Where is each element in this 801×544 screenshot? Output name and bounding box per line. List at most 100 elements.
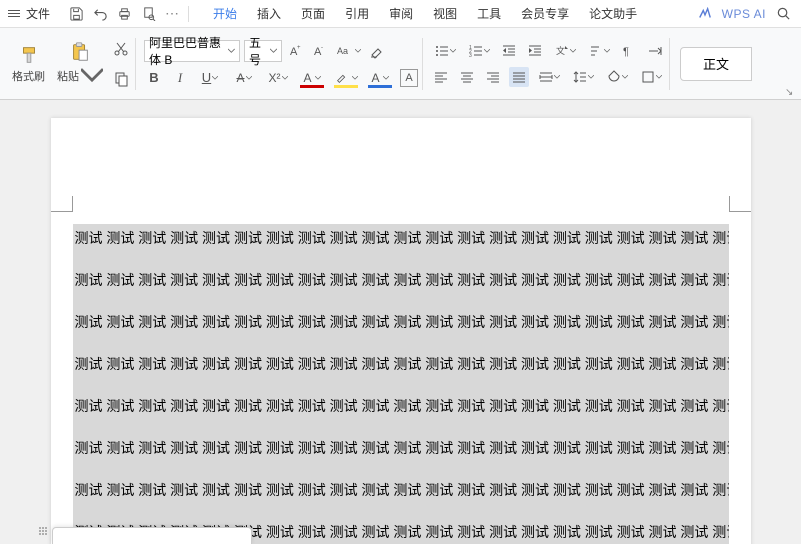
svg-text:Aa: Aa: [337, 46, 348, 56]
search-icon[interactable]: [776, 6, 791, 21]
wps-ai-logo-icon: [698, 7, 712, 21]
style-label: 正文: [703, 54, 729, 73]
separator: [188, 6, 189, 22]
bold-icon[interactable]: B: [144, 68, 164, 88]
font-row-1: 阿里巴巴普惠体 B 五号 A+ A- Aa: [144, 40, 418, 62]
text-effects-icon[interactable]: A: [366, 68, 394, 88]
separator: [422, 38, 423, 90]
superscript-icon[interactable]: X²: [264, 68, 292, 88]
align-justify-icon[interactable]: [509, 67, 529, 87]
decrease-indent-icon[interactable]: [499, 41, 519, 61]
bullets-icon[interactable]: [431, 41, 459, 61]
grow-font-icon[interactable]: A+: [286, 41, 306, 61]
chevron-down-icon: [81, 65, 103, 87]
phonetic-guide-icon[interactable]: A: [400, 69, 418, 87]
floating-toolbar[interactable]: [52, 527, 252, 544]
document-line[interactable]: 测试 测试 测试 测试 测试 测试 测试 测试 测试 测试 测试 测试 测试 测…: [73, 270, 729, 290]
menu-bar: 文件 ⋯ 开始 插入 页面 引用 审阅 视图 工具 会员专享: [0, 0, 801, 28]
change-case-icon[interactable]: Aa: [334, 41, 362, 61]
document-line[interactable]: 测试 测试 测试 测试 测试 测试 测试 测试 测试 测试 测试 测试 测试 测…: [73, 228, 729, 248]
cut-icon[interactable]: [111, 39, 131, 59]
copy-icon[interactable]: [111, 69, 131, 89]
show-marks-icon[interactable]: ¶: [619, 41, 639, 61]
svg-text:-: -: [321, 45, 323, 51]
font-family-select[interactable]: 阿里巴巴普惠体 B: [144, 40, 240, 62]
tab-member[interactable]: 会员专享: [511, 0, 579, 28]
ribbon-tabs: 开始 插入 页面 引用 审阅 视图 工具 会员专享 论文助手: [203, 0, 647, 28]
svg-text:文: 文: [556, 45, 565, 56]
align-left-icon[interactable]: [431, 67, 451, 87]
font-family-value: 阿里巴巴普惠体 B: [149, 34, 228, 68]
svg-text:3: 3: [469, 53, 472, 58]
underline-icon[interactable]: U: [196, 68, 224, 88]
document-line[interactable]: 测试 测试 测试 测试 测试 测试 测试 测试 测试 测试 测试 测试 测试 测…: [73, 480, 729, 500]
shrink-font-icon[interactable]: A-: [310, 41, 330, 61]
save-icon[interactable]: [64, 2, 88, 26]
separator: [135, 38, 136, 90]
text-direction-icon[interactable]: 文: [551, 41, 579, 61]
increase-indent-icon[interactable]: [525, 41, 545, 61]
tab-start[interactable]: 开始: [203, 0, 247, 28]
highlight-icon[interactable]: [332, 68, 360, 88]
format-painter-button[interactable]: 格式刷: [6, 40, 51, 88]
menubar-left: 文件 ⋯ 开始 插入 页面 引用 审阅 视图 工具 会员专享: [4, 0, 647, 28]
tab-view[interactable]: 视图: [423, 0, 467, 28]
document-line[interactable]: 测试 测试 测试 测试 测试 测试 测试 测试 测试 测试 测试 测试 测试 测…: [73, 396, 729, 416]
chevron-down-icon: [270, 47, 277, 55]
chevron-down-icon: [228, 47, 235, 55]
paste-button[interactable]: 粘贴: [51, 37, 109, 91]
align-center-icon[interactable]: [457, 67, 477, 87]
print-preview-icon[interactable]: [136, 2, 160, 26]
distribute-icon[interactable]: [535, 67, 563, 87]
tab-stops-icon[interactable]: [645, 41, 665, 61]
app-menu-button[interactable]: [4, 4, 18, 23]
drag-handle-icon[interactable]: [36, 524, 50, 538]
tab-thesis[interactable]: 论文助手: [579, 0, 647, 28]
tab-tools[interactable]: 工具: [467, 0, 511, 28]
paste-label: 粘贴: [57, 68, 79, 84]
document-line[interactable]: 测试 测试 测试 测试 测试 测试 测试 测试 测试 测试 测试 测试 测试 测…: [73, 312, 729, 332]
tab-review[interactable]: 审阅: [379, 0, 423, 28]
separator: [669, 38, 670, 90]
tab-reference[interactable]: 引用: [335, 0, 379, 28]
sort-icon[interactable]: [585, 41, 613, 61]
ribbon-toolbar: 格式刷 粘贴 阿里巴巴普惠体 B 五号 A+ A-: [0, 28, 801, 100]
ribbon-dialog-launcher-icon[interactable]: ↘: [785, 87, 795, 97]
italic-icon[interactable]: I: [170, 68, 190, 88]
svg-text:+: +: [297, 45, 301, 51]
font-row-2: B I U A X² A A A: [144, 68, 418, 88]
font-group: 阿里巴巴普惠体 B 五号 A+ A- Aa B I U A X² A A A: [144, 40, 418, 88]
margin-marker-left: [51, 196, 73, 212]
quick-access-toolbar: ⋯: [64, 2, 184, 26]
format-painter-label: 格式刷: [12, 68, 45, 84]
document-line[interactable]: 测试 测试 测试 测试 测试 测试 测试 测试 测试 测试 测试 测试 测试 测…: [73, 354, 729, 374]
font-size-select[interactable]: 五号: [244, 40, 282, 62]
margin-marker-right: [729, 196, 751, 212]
wps-ai-label[interactable]: WPS AI: [722, 7, 766, 21]
font-color-icon[interactable]: A: [298, 68, 326, 88]
para-row-1: 123 文 ¶: [431, 41, 665, 61]
align-right-icon[interactable]: [483, 67, 503, 87]
line-spacing-icon[interactable]: [569, 67, 597, 87]
border-icon[interactable]: [637, 67, 665, 87]
clear-format-icon[interactable]: [366, 41, 386, 61]
document-workspace: 测试 测试 测试 测试 测试 测试 测试 测试 测试 测试 测试 测试 测试 测…: [0, 100, 801, 544]
more-qat-icon[interactable]: ⋯: [160, 2, 184, 26]
para-row-2: [431, 67, 665, 87]
shading-icon[interactable]: [603, 67, 631, 87]
font-size-value: 五号: [249, 34, 270, 68]
tab-insert[interactable]: 插入: [247, 0, 291, 28]
document-line[interactable]: 测试 测试 测试 测试 测试 测试 测试 测试 测试 测试 测试 测试 测试 测…: [73, 438, 729, 458]
print-icon[interactable]: [112, 2, 136, 26]
page-body-selected[interactable]: 测试 测试 测试 测试 测试 测试 测试 测试 测试 测试 测试 测试 测试 测…: [73, 224, 729, 544]
svg-text:¶: ¶: [623, 46, 629, 58]
document-page[interactable]: 测试 测试 测试 测试 测试 测试 测试 测试 测试 测试 测试 测试 测试 测…: [51, 118, 751, 544]
style-normal[interactable]: 正文: [680, 47, 752, 81]
numbering-icon[interactable]: 123: [465, 41, 493, 61]
tab-page[interactable]: 页面: [291, 0, 335, 28]
paragraph-group: 123 文 ¶: [431, 41, 665, 87]
undo-icon[interactable]: [88, 2, 112, 26]
menubar-right: WPS AI: [698, 6, 791, 21]
strikethrough-icon[interactable]: A: [230, 68, 258, 88]
file-menu[interactable]: 文件: [18, 5, 58, 22]
